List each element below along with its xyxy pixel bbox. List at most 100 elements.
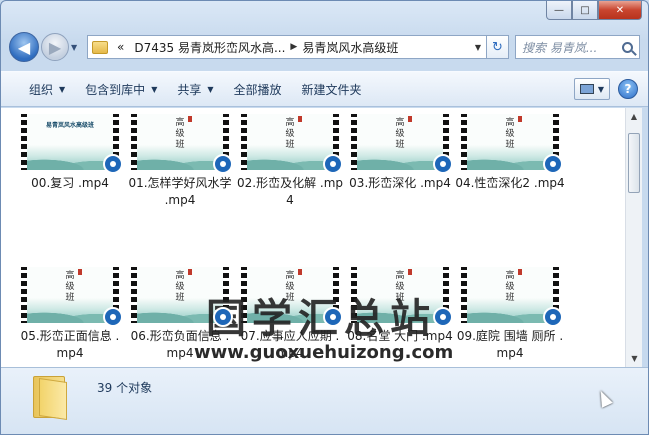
share-button[interactable]: 共享 ▼ [167, 76, 223, 102]
breadcrumb-parent[interactable]: D7435 易青岚形峦风水高... [129, 39, 290, 56]
film-reel-icon [433, 154, 453, 174]
address-overflow[interactable]: « [112, 40, 129, 54]
thumbnail-frame: 高级班 [467, 114, 553, 170]
thumbnail-caption: 高级班 [395, 118, 405, 150]
breadcrumb-current[interactable]: 易青岚风水高级班 [297, 39, 403, 56]
mountain-illustration [357, 152, 443, 170]
video-thumbnail[interactable]: 高级班 [131, 114, 233, 174]
mountain-illustration [247, 152, 333, 170]
play-all-button[interactable]: 全部播放 [224, 76, 292, 102]
view-icon [579, 84, 594, 94]
search-input[interactable]: 搜索 易青岚... [515, 35, 640, 59]
file-list[interactable]: 易青岚风水高级班 00.复习 .mp4 高级班 01.怎样学好风水学 .mp4 高级班 0… [1, 108, 625, 367]
toolbar-right: ▼ ? [574, 78, 648, 100]
seal-mark [518, 269, 522, 275]
address-dropdown-icon[interactable]: ▼ [470, 43, 486, 52]
explorer-window: — □ ✕ ◀ ▶ ▼ « D7435 易青岚形峦风水高... ▶ 易青岚风水高… [0, 0, 649, 435]
file-item[interactable]: 高级班 02.形峦及化解 .mp4 [235, 114, 345, 209]
breadcrumb-separator-icon[interactable]: ▶ [290, 42, 297, 52]
thumbnail-caption: 高级班 [505, 118, 515, 150]
details-pane: 39 个对象 [1, 367, 648, 434]
thumbnail-caption: 高级班 [65, 271, 75, 303]
thumbnail-caption: 高级班 [175, 118, 185, 150]
file-name[interactable]: 02.形峦及化解 .mp4 [235, 175, 345, 209]
search-icon[interactable] [622, 41, 633, 53]
file-item[interactable]: 高级班 01.怎样学好风水学 .mp4 [125, 114, 235, 209]
thumbnail-frame: 高级班 [357, 114, 443, 170]
recent-pages-dropdown[interactable]: ▼ [71, 43, 83, 52]
mountain-illustration [467, 152, 553, 170]
folder-icon [92, 40, 108, 54]
thumbnail-caption: 易青岚风水高级班 [45, 122, 94, 129]
navigation-bar: ◀ ▶ ▼ « D7435 易青岚形峦风水高... ▶ 易青岚风水高级班 ▼ ↻… [9, 31, 640, 63]
scroll-down-icon[interactable]: ▼ [626, 350, 643, 367]
new-folder-button[interactable]: 新建文件夹 [292, 76, 372, 102]
file-name[interactable]: 05.形峦正面信息 .mp4 [15, 328, 125, 362]
scroll-up-icon[interactable]: ▲ [626, 108, 642, 125]
chevron-down-icon: ▼ [151, 84, 158, 94]
video-thumbnail[interactable]: 高级班 [351, 114, 453, 174]
vertical-scrollbar[interactable]: ▲ ▼ [625, 108, 642, 367]
seal-mark [188, 269, 192, 275]
minimize-button[interactable]: — [546, 1, 572, 20]
video-thumbnail[interactable]: 高级班 [21, 267, 123, 327]
maximize-button[interactable]: □ [572, 1, 598, 20]
file-name[interactable]: 00.复习 .mp4 [15, 175, 125, 192]
seal-mark [408, 269, 412, 275]
file-item[interactable]: 高级班 04.性峦深化2 .mp4 [455, 114, 565, 209]
include-in-library-button[interactable]: 包含到库中 ▼ [75, 76, 167, 102]
thumbnail-caption: 高级班 [285, 118, 295, 150]
search-placeholder: 搜索 易青岚... [522, 40, 598, 55]
thumbnail-frame: 高级班 [467, 267, 553, 323]
video-thumbnail[interactable]: 高级班 [241, 114, 343, 174]
address-bar[interactable]: « D7435 易青岚形峦风水高... ▶ 易青岚风水高级班 ▼ [87, 35, 487, 59]
back-button[interactable]: ◀ [9, 32, 39, 62]
include-in-library-label: 包含到库中 [85, 82, 146, 97]
thumbnail-frame: 高级班 [137, 114, 223, 170]
change-view-button[interactable]: ▼ [574, 78, 610, 100]
mountain-illustration [467, 305, 553, 323]
film-reel-icon [213, 307, 233, 327]
file-item[interactable]: 高级班 05.形峦正面信息 .mp4 [15, 267, 125, 362]
mountain-illustration [137, 152, 223, 170]
film-reel-icon [103, 154, 123, 174]
watermark-url: www.guoxuehuizong.com [194, 342, 454, 363]
file-item[interactable]: 易青岚风水高级班 00.复习 .mp4 [15, 114, 125, 209]
file-name[interactable]: 03.形峦深化 .mp4 [345, 175, 455, 192]
caption-buttons: — □ ✕ [546, 1, 642, 20]
chevron-down-icon[interactable]: ▼ [598, 85, 604, 94]
seal-mark [78, 269, 82, 275]
thumbnail-frame: 高级班 [247, 114, 333, 170]
video-thumbnail[interactable]: 易青岚风水高级班 [21, 114, 123, 174]
share-label: 共享 [177, 82, 202, 97]
film-reel-icon [433, 307, 453, 327]
refresh-button[interactable]: ↻ [487, 35, 509, 59]
file-name[interactable]: 04.性峦深化2 .mp4 [455, 175, 565, 192]
help-button[interactable]: ? [618, 79, 638, 99]
file-name[interactable]: 01.怎样学好风水学 .mp4 [125, 175, 235, 209]
forward-button[interactable]: ▶ [41, 33, 69, 61]
item-count: 39 个对象 [97, 381, 153, 395]
video-thumbnail[interactable]: 高级班 [461, 114, 563, 174]
seal-mark [298, 269, 302, 275]
scrollbar-thumb[interactable] [628, 133, 640, 193]
organize-button[interactable]: 组织 ▼ [19, 76, 75, 102]
chevron-down-icon: ▼ [59, 84, 66, 94]
film-reel-icon [543, 154, 563, 174]
video-thumbnail[interactable]: 高级班 [461, 267, 563, 327]
folder-icon [33, 376, 73, 420]
thumbnail-caption: 高级班 [175, 271, 185, 303]
command-bar: 组织 ▼ 包含到库中 ▼ 共享 ▼ 全部播放 新建文件夹 ▼ ? [1, 71, 648, 107]
close-button[interactable]: ✕ [598, 1, 642, 20]
film-reel-icon [213, 154, 233, 174]
thumbnail-frame: 易青岚风水高级班 [27, 114, 113, 170]
organize-label: 组织 [29, 82, 54, 97]
file-item[interactable]: 高级班 03.形峦深化 .mp4 [345, 114, 455, 209]
seal-mark [518, 116, 522, 122]
file-name[interactable]: 09.庭院 围墙 厕所 .mp4 [455, 328, 565, 362]
chevron-down-icon: ▼ [207, 84, 214, 94]
watermark-title: 国学汇总站 [206, 296, 436, 342]
film-reel-icon [323, 307, 343, 327]
file-item[interactable]: 高级班 09.庭院 围墙 厕所 .mp4 [455, 267, 565, 362]
film-reel-icon [323, 154, 343, 174]
